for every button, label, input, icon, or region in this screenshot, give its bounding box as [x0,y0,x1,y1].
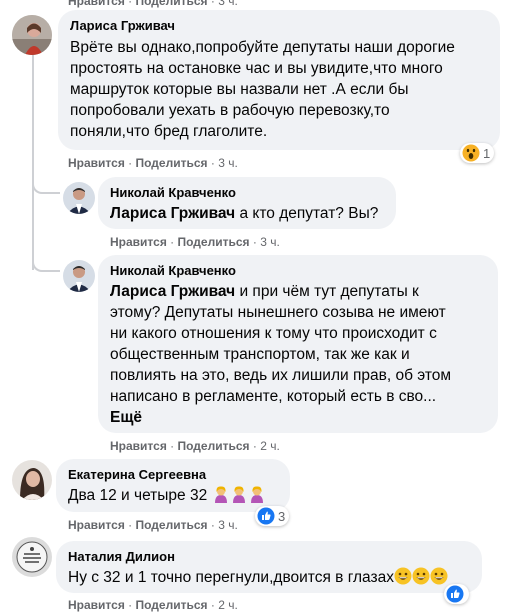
mention-link[interactable]: Лариса Грживач [110,283,235,300]
avatar-photo-icon [12,460,52,500]
comment-bubble: Николай Кравченко Лариса Грживач а кто д… [98,177,396,229]
avatar[interactable] [63,182,95,214]
comment-bubble: Николай Кравченко Лариса Грживач и при ч… [98,255,498,433]
comment-text: Лариса Грживач а кто депутат? Вы? [110,205,379,222]
person-emoji-icon [212,485,230,509]
like-icon [446,585,464,603]
like-link[interactable]: Нравится [110,235,167,249]
avatar-photo-icon [63,182,95,214]
like-link[interactable]: Нравится [68,156,125,170]
share-link[interactable]: Поделиться [136,156,208,170]
avatar-photo-icon [63,260,95,292]
wow-emoji-icon [462,144,480,162]
like-link[interactable]: Нравится [110,439,167,453]
reaction-count: 1 [483,145,491,161]
thread-connector [32,248,60,272]
see-more-link[interactable]: Ещё [110,407,486,428]
share-link[interactable]: Поделиться [136,598,208,612]
comment-actions: Нравится · Поделиться · 3 ч. [68,518,238,532]
comment-text: Два 12 и четыре 32 [68,485,278,509]
avatar[interactable] [12,537,52,577]
like-icon [257,507,275,525]
comment-time[interactable]: 3 ч. [218,0,238,8]
comment-time[interactable]: 2 ч. [218,598,238,612]
comment-bubble: Наталия Дилион Ну с 32 и 1 точно перегну… [56,541,482,593]
like-link[interactable]: Нравится [68,598,125,612]
comment-text: Ну с 32 и 1 точно перегнули,двоится в гл… [68,567,470,591]
reaction-summary[interactable]: 1 [460,143,495,163]
avatar[interactable] [12,15,52,55]
comment-time[interactable]: 2 ч. [260,439,280,453]
comment-author[interactable]: Николай Кравченко [110,185,384,201]
thread-connector [32,170,60,194]
comment-actions: Нравится · Поделиться · 3 ч. [68,0,238,8]
avatar[interactable] [63,260,95,292]
comment-bubble: Лариса Грживач Врёте вы однако,попробуйт… [58,10,500,150]
comment-actions: Нравится · Поделиться · 3 ч. [68,156,238,170]
reaction-summary[interactable] [444,584,469,604]
comment-text: Лариса Грживач и при чём тут депутаты к … [110,281,486,428]
grinning-emoji-icon [394,567,412,591]
comment-author[interactable]: Екатерина Сергеевна [68,467,278,483]
share-link[interactable]: Поделиться [178,439,250,453]
avatar-photo-icon [12,537,52,577]
like-link[interactable]: Нравится [68,518,125,532]
grinning-emoji-icon [412,567,430,591]
reaction-count: 3 [278,508,286,524]
comment-time[interactable]: 3 ч. [260,235,280,249]
like-link[interactable]: Нравится [68,0,125,8]
comment-text: Врёте вы однако,попробуйте депутаты наши… [70,39,455,140]
share-link[interactable]: Поделиться [136,518,208,532]
mention-link[interactable]: Лариса Грживач [110,205,235,222]
comment-actions: Нравится · Поделиться · 3 ч. [110,235,280,249]
avatar[interactable] [12,460,52,500]
comment-author[interactable]: Наталия Дилион [68,549,470,565]
avatar-photo-icon [12,15,52,55]
comment-actions: Нравится · Поделиться · 2 ч. [110,439,280,453]
comment-bubble: Екатерина Сергеевна Два 12 и четыре 32 [56,459,290,512]
comment-author[interactable]: Лариса Грживач [70,18,488,34]
thread-line [32,52,34,270]
reaction-summary[interactable]: 3 [255,506,290,526]
person-emoji-icon [230,485,248,509]
comment-actions: Нравится · Поделиться · 2 ч. [68,598,238,612]
comment-time[interactable]: 3 ч. [218,518,238,532]
share-link[interactable]: Поделиться [178,235,250,249]
comment-author[interactable]: Николай Кравченко [110,263,486,279]
share-link[interactable]: Поделиться [136,0,208,8]
comment-time[interactable]: 3 ч. [218,156,238,170]
